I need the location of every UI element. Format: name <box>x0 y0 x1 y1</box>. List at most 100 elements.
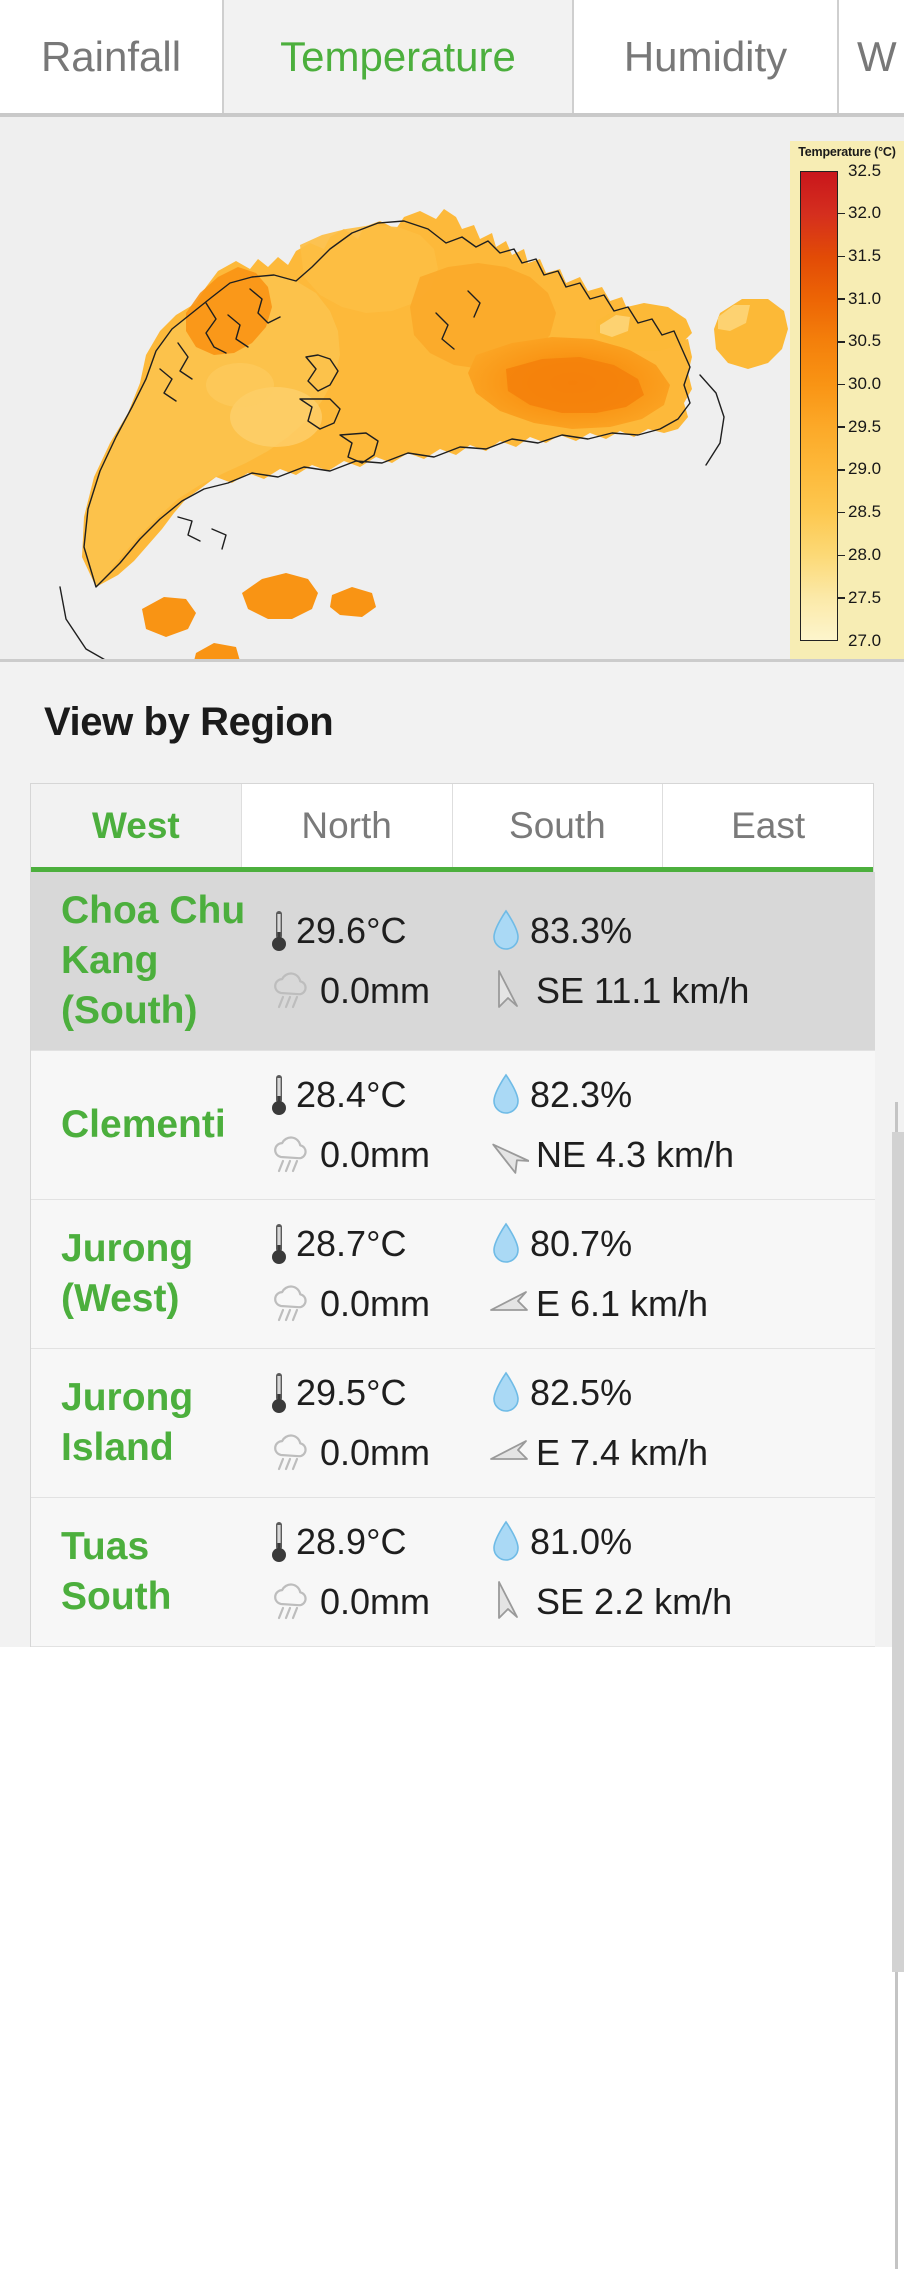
humidity-metric: 80.7% <box>489 1214 789 1274</box>
tab-temperature-label: Temperature <box>280 32 516 80</box>
humidity-value: 82.3% <box>530 1073 633 1115</box>
wind-arrow-icon <box>498 1580 518 1619</box>
region-tab-south[interactable]: South <box>452 784 664 867</box>
view-by-region-section: View by Region West North South East Cho… <box>0 662 904 1647</box>
tab-humidity-label: Humidity <box>623 32 788 80</box>
rainfall-value: 0.0mm <box>320 969 431 1011</box>
table-row[interactable]: Choa Chu Kang (South) 29.6°C 0.0mm 83.3%… <box>31 872 875 1051</box>
table-row[interactable]: Jurong (West) 28.7°C 0.0mm 80.7% E 6.1 k… <box>31 1199 875 1349</box>
water-drop-icon <box>493 909 519 950</box>
station-temp-rain-column: 28.9°C 0.0mm <box>269 1512 489 1632</box>
wind-value: E 7.4 km/h <box>536 1431 709 1473</box>
temperature-value: 28.7°C <box>296 1222 407 1264</box>
temperature-map-panel[interactable]: Temperature (°C) 32.5 32.0 31.5 31.0 30.… <box>0 117 904 662</box>
humidity-metric: 81.0% <box>489 1512 789 1572</box>
region-card: West North South East Choa Chu Kang (Sou… <box>30 783 875 1647</box>
station-name: Clementi <box>61 1102 226 1146</box>
region-tab-north-label: North <box>301 804 392 846</box>
station-humidity-wind-column: 82.3% NE 4.3 km/h <box>489 1065 789 1185</box>
wind-arrow-icon <box>490 1290 528 1311</box>
station-name: Choa Chu Kang (South) <box>61 889 246 1032</box>
rain-cloud-icon <box>274 1136 307 1172</box>
rain-cloud-icon <box>274 1285 307 1321</box>
station-temp-rain-column: 28.7°C 0.0mm <box>269 1214 489 1334</box>
humidity-value: 82.5% <box>530 1371 633 1413</box>
tab-wind[interactable]: W <box>839 0 902 113</box>
rain-cloud-icon <box>274 1434 307 1470</box>
table-row[interactable]: Clementi 28.4°C 0.0mm 82.3% NE 4.3 km/h <box>31 1050 875 1200</box>
rain-cloud-icon <box>274 1583 307 1619</box>
rainfall-value: 0.0mm <box>320 1431 431 1473</box>
station-temp-rain-column: 29.5°C 0.0mm <box>269 1363 489 1483</box>
thermometer-icon <box>272 1074 286 1115</box>
region-tab-east-label: East <box>731 804 806 846</box>
table-row[interactable]: Tuas South 28.9°C 0.0mm 81.0% SE 2.2 km/… <box>31 1497 875 1647</box>
thermometer-icon <box>272 910 286 951</box>
wind-arrow-icon <box>490 1439 528 1460</box>
station-name: Tuas South <box>61 1524 172 1618</box>
vertical-scrollbar[interactable] <box>892 1102 904 2269</box>
rainfall-value: 0.0mm <box>320 1282 431 1324</box>
thermometer-icon <box>272 1223 286 1264</box>
table-row[interactable]: Jurong Island 29.5°C 0.0mm 82.5% E 7.4 k… <box>31 1348 875 1498</box>
station-name: Jurong (West) <box>61 1226 194 1320</box>
legend-body: 32.5 32.0 31.5 31.0 30.5 30.0 29.5 29.0 … <box>790 161 904 653</box>
wind-value: E 6.1 km/h <box>536 1282 709 1324</box>
legend-tick-list: 32.5 32.0 31.5 31.0 30.5 30.0 29.5 29.0 … <box>838 162 904 649</box>
temperature-metric: 28.9°C <box>269 1512 489 1572</box>
humidity-metric: 82.3% <box>489 1065 789 1125</box>
rainfall-value: 0.0mm <box>320 1133 431 1175</box>
station-humidity-wind-column: 80.7% E 6.1 km/h <box>489 1214 789 1334</box>
water-drop-icon <box>493 1222 519 1263</box>
rainfall-metric: 0.0mm <box>269 1274 489 1334</box>
tab-temperature[interactable]: Temperature <box>224 0 574 113</box>
tab-wind-label: W <box>857 32 897 80</box>
temperature-metric: 29.6°C <box>269 901 489 961</box>
water-drop-icon <box>493 1371 519 1412</box>
wind-metric: NE 4.3 km/h <box>489 1125 789 1185</box>
station-humidity-wind-column: 82.5% E 7.4 km/h <box>489 1363 789 1483</box>
humidity-metric: 83.3% <box>489 901 789 961</box>
region-tab-bar[interactable]: West North South East <box>31 784 873 872</box>
thermometer-icon <box>272 1521 286 1562</box>
legend-color-bar <box>800 171 838 641</box>
legend-title: Temperature (°C) <box>798 145 896 159</box>
rainfall-value: 0.0mm <box>320 1580 431 1622</box>
wind-arrow-icon <box>498 969 518 1008</box>
station-temp-rain-column: 29.6°C 0.0mm <box>269 901 489 1021</box>
wind-value: NE 4.3 km/h <box>536 1133 735 1175</box>
temperature-metric: 28.7°C <box>269 1214 489 1274</box>
humidity-value: 83.3% <box>530 909 633 951</box>
station-humidity-wind-column: 81.0% SE 2.2 km/h <box>489 1512 789 1632</box>
scrollbar-thumb[interactable] <box>892 1132 904 1972</box>
temperature-metric: 28.4°C <box>269 1065 489 1125</box>
region-tab-north[interactable]: North <box>241 784 453 867</box>
singapore-temperature-map[interactable] <box>0 117 790 659</box>
rain-cloud-icon <box>274 972 307 1008</box>
map-legend: Temperature (°C) 32.5 32.0 31.5 31.0 30.… <box>790 141 904 659</box>
wind-metric: E 6.1 km/h <box>489 1274 789 1334</box>
water-drop-icon <box>493 1520 519 1561</box>
wind-value: SE 2.2 km/h <box>536 1580 733 1622</box>
tab-rainfall-label: Rainfall <box>40 32 182 80</box>
tab-humidity[interactable]: Humidity <box>574 0 839 113</box>
station-name: Jurong Island <box>61 1375 194 1469</box>
wind-metric: SE 11.1 km/h <box>489 961 789 1021</box>
rainfall-metric: 0.0mm <box>269 1423 489 1483</box>
wind-value: SE 11.1 km/h <box>536 969 750 1011</box>
temperature-metric: 29.5°C <box>269 1363 489 1423</box>
page-title: View by Region <box>44 700 334 744</box>
humidity-value: 80.7% <box>530 1222 633 1264</box>
temperature-value: 29.5°C <box>296 1371 407 1413</box>
water-drop-icon <box>493 1073 519 1114</box>
rainfall-metric: 0.0mm <box>269 961 489 1021</box>
wind-arrow-icon <box>492 1143 529 1174</box>
region-tab-west[interactable]: West <box>31 784 242 867</box>
tab-rainfall[interactable]: Rainfall <box>0 0 224 113</box>
rainfall-metric: 0.0mm <box>269 1125 489 1185</box>
region-tab-east[interactable]: East <box>663 784 873 867</box>
region-tab-south-label: South <box>509 804 606 846</box>
metric-tab-bar[interactable]: Rainfall Temperature Humidity W <box>0 0 904 117</box>
temperature-value: 28.9°C <box>296 1520 407 1562</box>
wind-metric: E 7.4 km/h <box>489 1423 789 1483</box>
